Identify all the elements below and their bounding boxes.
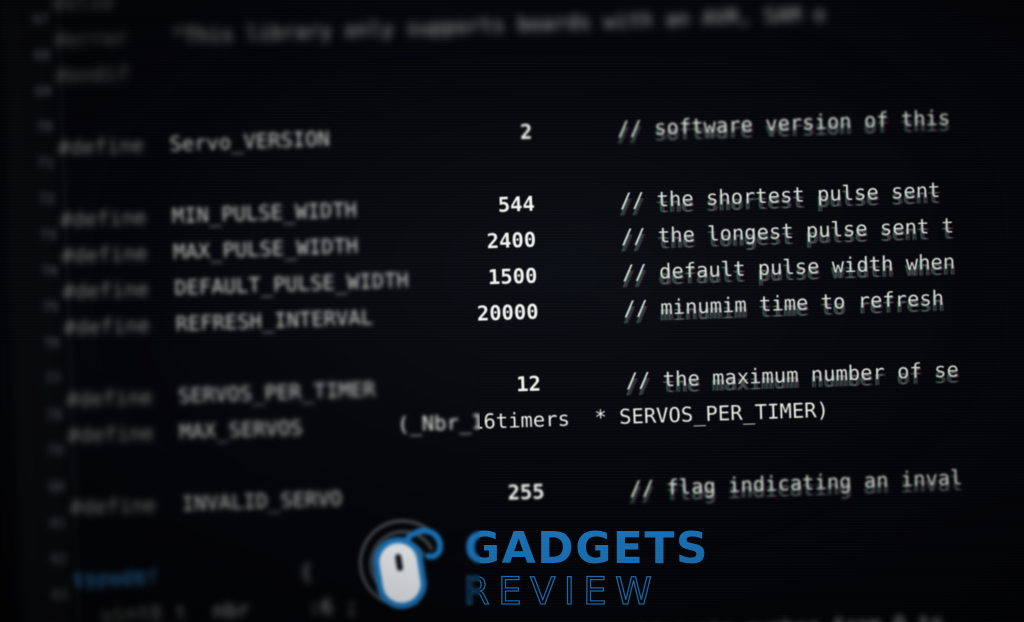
line-number: 78 (45, 408, 64, 424)
code-comment: // the shortest pulse sent (619, 178, 941, 213)
code-number: 20000 (476, 299, 539, 326)
line-number: 70 (36, 120, 54, 136)
code-identifier: INVALID_SERVO (181, 486, 343, 516)
code-keyword: #define (57, 132, 145, 160)
code-comment: // the longest pulse sent t (620, 213, 954, 248)
code-keyword: #define (69, 492, 157, 520)
code-keyword: #define (66, 420, 155, 448)
code-keyword: #define (65, 384, 153, 412)
line-number: 81 (49, 516, 67, 532)
code-comment: // default pulse width when (622, 249, 956, 284)
line-number: 80 (48, 480, 66, 496)
code-number: 2 (519, 119, 533, 145)
code-number: 544 (497, 191, 536, 217)
line-number: 82 (50, 552, 68, 568)
code-keyword: uint8_t (100, 599, 188, 622)
code-identifier: nbr (211, 597, 250, 622)
code-comment: // minumim time to refresh (623, 286, 945, 321)
line-number: 71 (37, 156, 55, 172)
line-number: 69 (35, 84, 53, 100)
code-keyword: #else (52, 0, 115, 16)
code-keyword: #endif (54, 61, 130, 88)
line-number: 77 (44, 372, 62, 388)
code-comment: // the maximum number of se (625, 357, 959, 392)
line-number: 72 (38, 192, 56, 208)
source-code-area[interactable]: #else #error "This library only supports b… (52, 0, 1024, 622)
code-comment: // flag indicating an inval (629, 465, 963, 500)
code-keyword: #define (63, 312, 151, 340)
line-number: 67 (32, 12, 50, 28)
code-comment: // software version of this (617, 106, 951, 141)
photo-of-monitor-screen: 6768697071727374757677787980818283848586… (0, 0, 1024, 622)
line-number: 83 (51, 588, 70, 604)
line-number: 76 (43, 336, 61, 352)
code-identifier: Servo_VERSION (169, 126, 331, 157)
code-punctuation: :6 ; (307, 593, 359, 620)
code-number: 12 (515, 371, 542, 397)
code-number: 2400 (486, 227, 537, 254)
line-number: 79 (47, 444, 65, 460)
line-number: 68 (33, 48, 52, 64)
code-identifier: MAX_SERVOS (178, 415, 304, 444)
code-keyword: #define (62, 276, 150, 304)
code-keyword: struct (71, 565, 147, 592)
line-number: 74 (41, 264, 59, 280)
code-number: 1500 (487, 263, 538, 290)
line-number: 73 (39, 228, 58, 244)
line-number: 75 (42, 300, 60, 316)
code-keyword: #define (60, 240, 148, 268)
code-keyword: #define (59, 204, 147, 232)
code-punctuation: { (299, 559, 313, 584)
code-number: 255 (507, 479, 546, 505)
code-keyword: #error (53, 25, 129, 52)
